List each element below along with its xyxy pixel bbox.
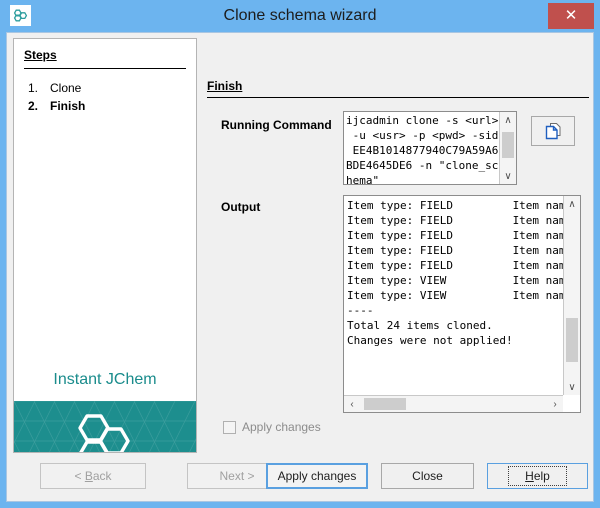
- step-item-finish: 2.Finish: [28, 99, 85, 113]
- scroll-up-icon[interactable]: ∧: [500, 112, 516, 128]
- close-dialog-button[interactable]: Close: [381, 463, 474, 489]
- dialog-window: Clone schema wizard ✕ Steps 1.Clone 2.Fi…: [0, 0, 600, 508]
- brand-logo-panel: [14, 401, 196, 453]
- scroll-up-icon[interactable]: ∧: [564, 196, 580, 212]
- steps-heading: Steps: [24, 48, 57, 62]
- section-heading-divider: [207, 97, 589, 98]
- steps-heading-divider: [24, 68, 186, 69]
- scroll-right-icon[interactable]: ›: [547, 396, 563, 412]
- brand-name: Instant JChem: [14, 371, 196, 389]
- apply-changes-checkbox[interactable]: Apply changes: [223, 420, 321, 434]
- help-button[interactable]: Help: [487, 463, 588, 489]
- step-number: 2.: [28, 99, 50, 113]
- output-vertical-scrollbar[interactable]: ∧ ∨: [563, 196, 580, 395]
- back-button[interactable]: < Back: [40, 463, 146, 489]
- next-button-label: Next >: [219, 469, 254, 483]
- output-field[interactable]: Item type: FIELD Item name Item type: FI…: [343, 195, 581, 413]
- dialog-content: Steps 1.Clone 2.Finish Instant JChem: [6, 32, 594, 502]
- window-title: Clone schema wizard: [0, 0, 600, 32]
- back-button-label: < Back: [74, 469, 111, 483]
- scroll-down-icon[interactable]: ∨: [564, 379, 580, 395]
- scrollbar-thumb[interactable]: [566, 318, 578, 362]
- brand-hexagon-logo: [75, 410, 135, 453]
- running-command-value: ijcadmin clone -s <url> -u <usr> -p <pwd…: [346, 113, 498, 185]
- close-button-label: Close: [412, 469, 443, 483]
- step-item-clone: 1.Clone: [28, 81, 81, 95]
- checkbox-box[interactable]: [223, 421, 236, 434]
- running-command-field[interactable]: ijcadmin clone -s <url> -u <usr> -p <pwd…: [343, 111, 517, 185]
- footer-button-bar: < Back Next > Apply changes Close Help: [7, 455, 593, 501]
- apply-changes-button[interactable]: Apply changes: [266, 463, 368, 489]
- running-command-vertical-scrollbar[interactable]: ∧ ∨: [499, 112, 516, 184]
- title-bar: Clone schema wizard ✕: [0, 0, 600, 32]
- output-label: Output: [221, 200, 260, 214]
- steps-panel: Steps 1.Clone 2.Finish Instant JChem: [13, 38, 197, 453]
- apply-changes-button-label: Apply changes: [278, 469, 357, 483]
- section-heading-finish: Finish: [207, 79, 242, 93]
- running-command-label: Running Command: [221, 118, 332, 132]
- help-button-label: Help: [508, 466, 567, 486]
- scrollbar-thumb[interactable]: [364, 398, 406, 410]
- close-button[interactable]: ✕: [548, 3, 594, 29]
- checkbox-label: Apply changes: [242, 420, 321, 434]
- copy-command-button[interactable]: [531, 116, 575, 146]
- step-label: Clone: [50, 81, 81, 95]
- copy-icon: [543, 121, 563, 141]
- scroll-down-icon[interactable]: ∨: [500, 168, 516, 184]
- scroll-left-icon[interactable]: ‹: [344, 396, 360, 412]
- output-horizontal-scrollbar[interactable]: ‹ ›: [344, 395, 563, 412]
- step-number: 1.: [28, 81, 50, 95]
- step-label: Finish: [50, 99, 85, 113]
- scrollbar-thumb[interactable]: [502, 132, 514, 158]
- output-value: Item type: FIELD Item name Item type: FI…: [347, 198, 572, 348]
